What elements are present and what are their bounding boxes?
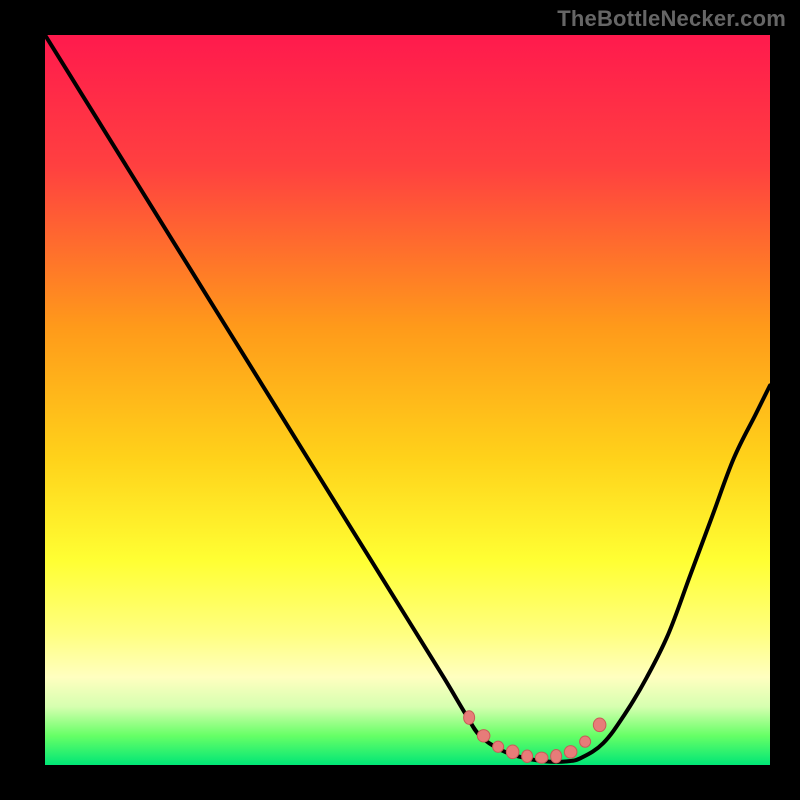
trough-marker [580,736,591,747]
trough-marker [464,711,475,725]
trough-marker [477,730,490,742]
trough-marker [551,749,562,763]
trough-marker [564,746,577,758]
trough-marker [593,718,606,732]
trough-marker [535,752,548,763]
plot-background [45,35,770,765]
bottleneck-plot [0,0,800,800]
watermark-text: TheBottleNecker.com [557,6,786,32]
chart-frame: TheBottleNecker.com [0,0,800,800]
trough-marker [506,745,519,759]
trough-marker [493,741,504,752]
trough-marker [522,750,533,762]
